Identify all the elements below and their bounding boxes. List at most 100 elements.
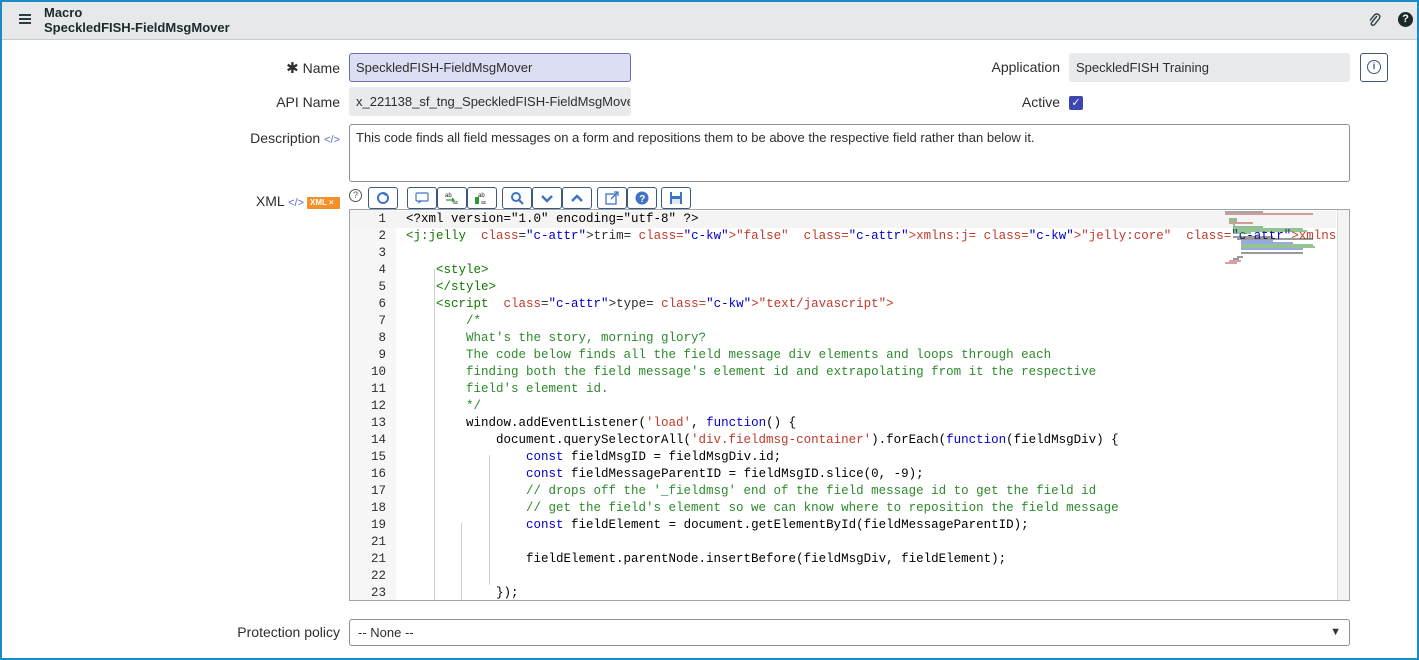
line-number: 15	[370, 450, 386, 464]
svg-text:ac: ac	[481, 200, 487, 205]
active-checkbox[interactable]: ✓	[1069, 96, 1083, 110]
editor-scrollbar[interactable]	[1337, 210, 1349, 600]
xml-label: XML </>	[200, 193, 304, 209]
protection-policy-select[interactable]: -- None -- ▼	[349, 619, 1350, 646]
line-number: 2	[378, 229, 386, 243]
form-header: Macro SpeckledFISH-FieldMsgMover ?	[2, 2, 1417, 40]
application-label: Application	[991, 59, 1061, 75]
menu-icon[interactable]	[19, 14, 31, 24]
code-text: <j:jelly class="c-attr">trim= class="c-k…	[406, 229, 1349, 243]
line-number: 14	[370, 433, 386, 447]
code-text: <?xml version="1.0" encoding="utf-8" ?>	[406, 212, 699, 226]
code-text: // get the field's element so we can kno…	[406, 501, 1119, 515]
paperclip-icon[interactable]	[1366, 12, 1382, 28]
external-link-icon	[605, 191, 619, 205]
name-field[interactable]: SpeckledFISH-FieldMsgMover	[349, 53, 631, 82]
code-line[interactable]: 8 What's the story, morning glory?	[350, 330, 1336, 347]
line-number: 1	[378, 212, 386, 226]
code-line[interactable]: 3	[350, 245, 1336, 262]
line-number: 18	[370, 501, 386, 515]
help-icon[interactable]: ?	[1398, 12, 1413, 27]
save-icon	[670, 192, 682, 204]
code-text: /*	[406, 314, 482, 328]
xml-badge: XML ×	[307, 197, 340, 209]
line-number: 11	[370, 382, 386, 396]
code-text: const fieldElement = document.getElement…	[526, 518, 1029, 532]
code-line[interactable]: 16 const fieldMessageParentID = fieldMsg…	[350, 466, 1336, 483]
svg-text:ab: ab	[478, 193, 485, 199]
line-number: 21	[370, 552, 386, 566]
code-line[interactable]: 9 The code below finds all the field mes…	[350, 347, 1336, 364]
code-text: finding both the field message's element…	[406, 365, 1097, 379]
indent-guide	[489, 455, 490, 585]
code-text: What's the story, morning glory?	[406, 331, 707, 345]
save-button[interactable]	[661, 187, 691, 209]
name-label-text: Name	[302, 60, 340, 76]
help-icon: ?	[635, 191, 649, 205]
line-number: 22	[370, 569, 386, 583]
line-number: 13	[370, 416, 386, 430]
indent-guide	[461, 523, 462, 600]
question-icon[interactable]: ?	[349, 189, 362, 202]
script-debugger-button[interactable]	[597, 187, 627, 209]
code-line[interactable]: 7 /*	[350, 313, 1336, 330]
code-line[interactable]: 17 // drops off the '_fieldmsg' end of t…	[350, 483, 1336, 500]
find-previous-button[interactable]	[562, 187, 592, 209]
code-line[interactable]: 1 <?xml version="1.0" encoding="utf-8" ?>	[350, 211, 1336, 228]
toggle-syntax-editor-button[interactable]	[368, 187, 398, 209]
find-next-button[interactable]	[532, 187, 562, 209]
code-line[interactable]: 2 <j:jelly class="c-attr">trim= class="c-…	[350, 228, 1349, 245]
code-line[interactable]: 10 finding both the field message's elem…	[350, 364, 1336, 381]
line-number: 17	[370, 484, 386, 498]
line-number: 19	[370, 518, 386, 532]
line-number: 8	[378, 331, 386, 345]
code-line[interactable]: 4 <style>	[350, 262, 1336, 279]
code-line[interactable]: 15 const fieldMsgID = fieldMsgDiv.id;	[350, 449, 1336, 466]
line-number: 23	[370, 586, 386, 600]
code-line[interactable]: 12 */	[350, 398, 1336, 415]
indent-guide	[434, 269, 435, 600]
code-brackets-icon[interactable]: </>	[288, 197, 304, 209]
search-icon	[511, 192, 524, 205]
svg-text:?: ?	[639, 194, 645, 205]
code-line[interactable]: 18 // get the field's element so we can …	[350, 500, 1336, 517]
code-line[interactable]: 5 </style>	[350, 279, 1336, 296]
api-name-label: API Name	[276, 94, 340, 110]
description-label-text: Description	[250, 130, 321, 146]
line-number: 12	[370, 399, 386, 413]
api-name-field: x_221138_sf_tng_SpeckledFISH-FieldMsgMov…	[349, 87, 631, 116]
code-brackets-icon[interactable]: </>	[324, 134, 340, 146]
code-line[interactable]: 21 fieldElement.parentNode.insertBefore(…	[350, 551, 1336, 568]
line-number: 6	[378, 297, 386, 311]
application-field: SpeckledFISH Training	[1069, 53, 1350, 82]
svg-text:ac: ac	[453, 200, 459, 205]
search-button[interactable]	[502, 187, 532, 209]
code-text: const fieldMessageParentID = fieldMsgID.…	[526, 467, 924, 481]
xml-code-editor[interactable]: 1 <?xml version="1.0" encoding="utf-8" ?>…	[349, 209, 1350, 601]
replace-all-button[interactable]: ab ac	[467, 187, 497, 209]
close-icon[interactable]: ×	[329, 198, 334, 207]
code-line[interactable]: 6 <script class="c-attr">type= class="c-…	[350, 296, 1336, 313]
replace-button[interactable]: ab ac	[437, 187, 467, 209]
code-line[interactable]: 21	[350, 534, 1336, 551]
xml-badge-text: XML	[310, 198, 327, 207]
description-textarea[interactable]: This code finds all field messages on a …	[349, 124, 1350, 182]
chevron-down-icon	[541, 195, 553, 203]
insert-comment-button[interactable]	[407, 187, 437, 209]
code-text: <style>	[406, 263, 489, 277]
code-line[interactable]: 11 field's element id.	[350, 381, 1336, 398]
editor-help-button[interactable]: ?	[627, 187, 657, 209]
code-minimap[interactable]	[1223, 210, 1339, 270]
code-text: fieldElement.parentNode.insertBefore(fie…	[406, 552, 1007, 566]
line-number: 3	[378, 246, 386, 260]
code-line[interactable]: 22	[350, 568, 1336, 585]
description-label: Description </>	[200, 130, 340, 146]
application-info-button[interactable]: i	[1360, 53, 1388, 82]
required-marker: ✱	[286, 60, 299, 77]
code-line[interactable]: 14 document.querySelectorAll('div.fieldm…	[350, 432, 1336, 449]
code-line[interactable]: 13 window.addEventListener('load', funct…	[350, 415, 1336, 432]
chevron-up-icon	[571, 194, 583, 202]
code-line[interactable]: 19 const fieldElement = document.getElem…	[350, 517, 1336, 534]
line-number: 9	[378, 348, 386, 362]
code-line[interactable]: 23 });	[350, 585, 1336, 600]
